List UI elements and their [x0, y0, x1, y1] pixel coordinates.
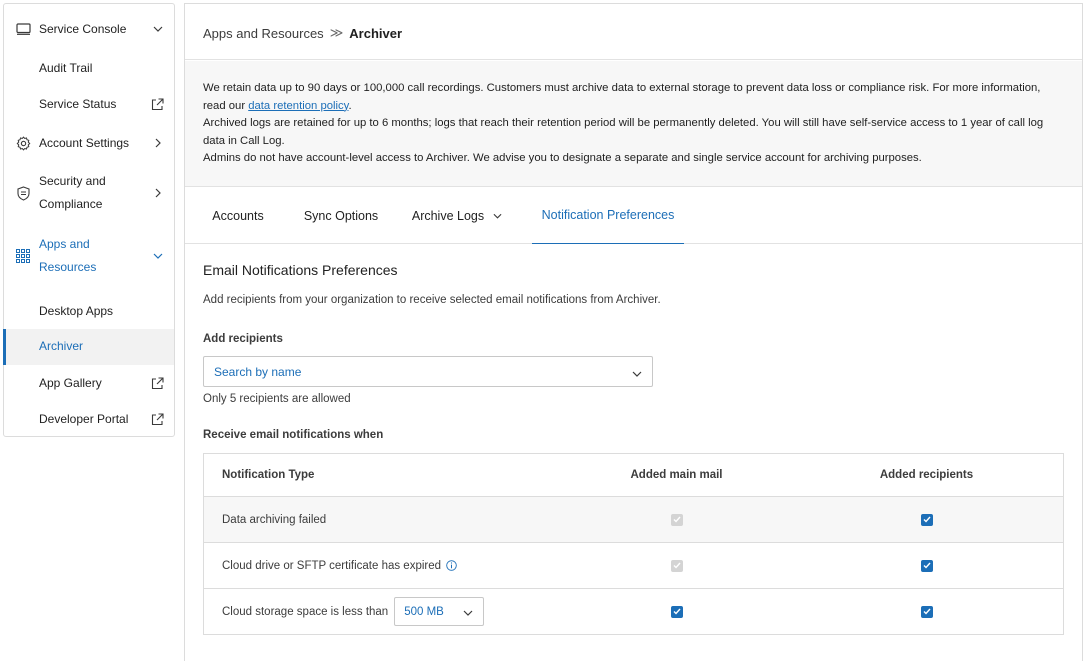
sidebar-item-label: Audit Trail — [39, 60, 93, 75]
email-notifications-section: Email Notifications Preferences Add reci… — [203, 262, 1065, 635]
sidebar-item-apps-resources[interactable]: Apps and Resources — [4, 233, 174, 279]
sidebar-item-label: Apps and — [39, 237, 90, 251]
recipients-checkbox[interactable] — [920, 605, 933, 618]
column-header-added-main-mail: Added main mail — [630, 469, 723, 481]
sidebar-item-service-status[interactable]: Service Status — [4, 92, 174, 116]
breadcrumb: Apps and Resources ≫ Archiver — [203, 25, 402, 41]
notification-type-label: Data archiving failed — [222, 513, 327, 526]
sidebar-item-label-line2: Compliance — [39, 197, 103, 211]
chevron-right-icon — [152, 187, 164, 199]
tab-label: Notification Preferences — [541, 208, 675, 222]
chevron-down-icon — [632, 366, 642, 380]
notification-type-label: Cloud storage space is less than — [222, 605, 389, 618]
external-link-icon — [151, 376, 164, 390]
tab-bar: Accounts Sync Options Archive Logs Notif… — [185, 187, 1082, 244]
storage-threshold-value: 500 MB — [404, 605, 444, 618]
add-recipients-label: Add recipients — [203, 333, 283, 345]
sidebar-item-label: Account Settings — [39, 135, 130, 150]
grid-icon — [15, 248, 31, 264]
chevron-down-icon — [152, 23, 164, 35]
sidebar-item-label: Desktop Apps — [39, 303, 114, 318]
main-mail-checkbox[interactable] — [670, 605, 683, 618]
column-header-added-recipients: Added recipients — [879, 469, 974, 481]
sidebar-item-audit-trail[interactable]: Audit Trail — [4, 56, 174, 80]
recipients-checkbox[interactable] — [920, 559, 933, 572]
notice-paragraph-1: We retain data up to 90 days or 100,000 … — [203, 80, 1064, 115]
sidebar-item-service-console[interactable]: Service Console — [4, 17, 174, 41]
main-mail-checkbox — [670, 513, 683, 526]
recipients-checkbox-cell — [864, 497, 989, 542]
sidebar-item-label: Archiver — [39, 339, 84, 353]
sidebar-item-label: Service Status — [39, 96, 117, 111]
info-icon[interactable] — [446, 560, 457, 571]
recipients-checkbox-cell — [864, 543, 989, 588]
external-link-icon — [151, 97, 164, 111]
notice-paragraph-2: Archived logs are retained for up to 6 m… — [203, 117, 1044, 147]
chevron-down-icon — [152, 250, 164, 262]
sidebar-item-label: Security and — [39, 174, 106, 188]
retention-notice: We retain data up to 90 days or 100,000 … — [185, 61, 1082, 187]
sidebar-item-app-gallery[interactable]: App Gallery — [4, 371, 174, 395]
table-header-row: Notification Type Added main mail Added … — [204, 454, 1063, 496]
data-retention-policy-link[interactable]: data retention policy — [248, 100, 348, 112]
notification-type-cell: Cloud drive or SFTP certificate has expi… — [222, 543, 457, 588]
sidebar-item-label: App Gallery — [39, 375, 102, 390]
tab-archive-logs[interactable]: Archive Logs — [407, 187, 507, 244]
notification-type-cell: Cloud storage space is less than 500 MB — [222, 589, 485, 634]
table-row: Cloud storage space is less than 500 MB — [204, 588, 1063, 634]
page-title: Archiver — [349, 25, 403, 41]
recipients-limit-hint: Only 5 recipients are allowed — [203, 393, 351, 405]
external-link-icon — [151, 412, 164, 426]
sidebar-item-developer-portal[interactable]: Developer Portal — [4, 407, 174, 431]
recipient-search-input[interactable]: Search by name — [203, 356, 653, 387]
column-header-notification-type: Notification Type — [222, 469, 315, 481]
main-mail-checkbox-cell — [604, 543, 749, 588]
main-mail-checkbox — [670, 559, 683, 572]
notice-paragraph-3: Admins do not have account-level access … — [203, 152, 922, 164]
main-mail-checkbox-cell — [604, 589, 749, 634]
breadcrumb-separator-icon: ≫ — [329, 25, 344, 40]
sidebar-item-label: Developer Portal — [39, 411, 129, 426]
tab-notification-preferences[interactable]: Notification Preferences — [532, 187, 684, 244]
chevron-down-icon — [493, 213, 502, 219]
table-row: Cloud drive or SFTP certificate has expi… — [204, 542, 1063, 588]
section-title: Email Notifications Preferences — [203, 262, 398, 278]
notice-text-end: . — [348, 99, 352, 112]
tab-label: Sync Options — [303, 208, 379, 223]
shield-icon — [15, 185, 31, 201]
section-description: Add recipients from your organization to… — [203, 294, 661, 306]
storage-threshold-select[interactable]: 500 MB — [394, 597, 485, 626]
recipients-checkbox-cell — [864, 589, 989, 634]
recipients-checkbox[interactable] — [920, 513, 933, 526]
tab-label: Archive Logs — [411, 208, 485, 223]
tab-accounts[interactable]: Accounts — [203, 187, 273, 244]
receive-notifications-label: Receive email notifications when — [203, 429, 384, 441]
main-panel: Apps and Resources ≫ Archiver We retain … — [184, 3, 1083, 661]
search-placeholder: Search by name — [214, 364, 302, 379]
sidebar-item-desktop-apps[interactable]: Desktop Apps — [4, 299, 174, 323]
sidebar-item-security-compliance[interactable]: Security and Compliance — [4, 170, 174, 216]
table-row: Data archiving failed — [204, 496, 1063, 542]
sidebar-item-label: Service Console — [39, 21, 127, 36]
chevron-right-icon — [152, 137, 164, 149]
chevron-down-icon — [463, 607, 473, 619]
page-header: Apps and Resources ≫ Archiver — [185, 4, 1082, 60]
notification-table: Notification Type Added main mail Added … — [203, 453, 1064, 635]
sidebar: Service Console Audit Trail Service Stat… — [3, 3, 175, 437]
tab-sync-options[interactable]: Sync Options — [293, 187, 389, 244]
notification-type-label: Cloud drive or SFTP certificate has expi… — [222, 559, 442, 572]
monitor-icon — [15, 21, 31, 37]
main-mail-checkbox-cell — [604, 497, 749, 542]
sidebar-item-archiver[interactable]: Archiver — [3, 329, 174, 365]
sidebar-item-label-line2: Resources — [39, 260, 97, 274]
tab-label: Accounts — [212, 208, 264, 223]
breadcrumb-parent[interactable]: Apps and Resources — [203, 26, 324, 41]
sidebar-item-account-settings[interactable]: Account Settings — [4, 131, 174, 155]
gear-icon — [15, 135, 31, 151]
